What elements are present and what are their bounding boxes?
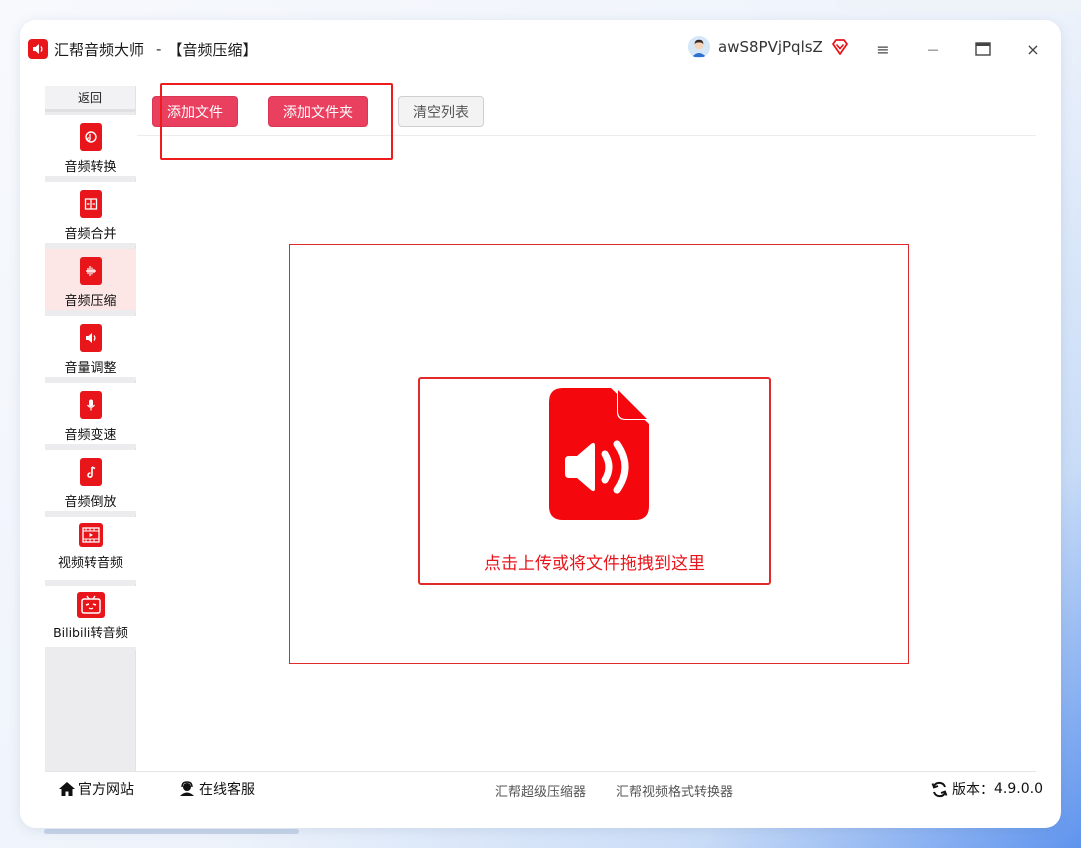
sidebar-item-audio-convert[interactable]: 音频转换: [45, 115, 136, 179]
close-icon: ×: [1026, 39, 1040, 59]
minimize-icon: —: [927, 42, 939, 56]
user-account[interactable]: awS8PVjPqlsZ: [688, 36, 849, 58]
online-service-label: 在线客服: [199, 782, 255, 798]
online-service-link[interactable]: 在线客服: [178, 779, 255, 799]
customer-service-icon: [180, 781, 194, 796]
audio-merge-icon: [79, 190, 102, 218]
app-logo-icon: [28, 39, 48, 59]
official-site-label: 官方网站: [78, 782, 134, 798]
minimize-button[interactable]: —: [920, 36, 946, 62]
sidebar-item-label: 音频合并: [64, 227, 117, 242]
sidebar-item-audio-reverse[interactable]: 音频倒放: [45, 450, 136, 514]
maximize-button[interactable]: [970, 36, 996, 62]
sidebar-item-video-to-audio[interactable]: 视频转音频: [45, 517, 136, 583]
version-label: 版本：: [952, 782, 994, 798]
upload-dropzone[interactable]: 点击上传或将文件拖拽到这里: [418, 377, 771, 585]
maximize-icon: [975, 42, 991, 56]
clear-list-button[interactable]: 清空列表: [398, 96, 484, 127]
menu-button[interactable]: ≡: [870, 36, 896, 62]
audio-compress-icon: [79, 257, 102, 285]
toolbar-divider: [137, 135, 1036, 136]
background-panel-bottom: [44, 829, 299, 834]
super-compressor-link[interactable]: 汇帮超级压缩器: [495, 781, 586, 800]
audio-file-icon: [549, 388, 649, 520]
volume-adjust-icon: [79, 324, 102, 352]
title-bar: 汇帮音频大师 - 【音频压缩】 awS8PVjPqlsZ ≡ — ×: [28, 32, 1040, 66]
back-button[interactable]: 返回: [45, 86, 135, 112]
vip-diamond-icon[interactable]: [831, 38, 849, 56]
avatar-icon: [688, 36, 710, 58]
video-to-audio-icon: [78, 523, 103, 547]
close-button[interactable]: ×: [1020, 36, 1046, 62]
sidebar-item-label: 音频压缩: [64, 294, 117, 309]
sidebar-item-bilibili[interactable]: Bilibili转音频: [45, 586, 136, 650]
module-title: 【音频压缩】: [167, 40, 258, 59]
home-icon: [59, 782, 75, 796]
official-site-link[interactable]: 官方网站: [58, 779, 134, 799]
audio-convert-icon: [79, 123, 102, 151]
sidebar-item-label: Bilibili转音频: [53, 625, 128, 640]
audio-reverse-icon: [79, 458, 102, 486]
version-info[interactable]: 版本： 4.9.0.0: [931, 779, 1043, 799]
sidebar-item-label: 音频倒放: [64, 495, 117, 510]
sidebar-item-volume-adjust[interactable]: 音量调整: [45, 316, 136, 380]
video-converter-link[interactable]: 汇帮视频格式转换器: [616, 781, 733, 800]
refresh-icon: [931, 781, 948, 797]
title-separator: -: [156, 40, 162, 58]
background-panel-top: [835, 0, 1081, 12]
app-name: 汇帮音频大师: [54, 40, 145, 59]
sidebar: 返回 音频转换 音频合并 音频压缩 音量调整 音频变速 音频倒放 视频转音频 B…: [45, 86, 136, 771]
sidebar-item-audio-compress[interactable]: 音频压缩: [45, 249, 136, 313]
add-folder-button[interactable]: 添加文件夹: [268, 96, 368, 127]
menu-icon: ≡: [876, 39, 890, 59]
add-file-button[interactable]: 添加文件: [152, 96, 238, 127]
sidebar-item-audio-merge[interactable]: 音频合并: [45, 182, 136, 246]
upload-hint-text: 点击上传或将文件拖拽到这里: [484, 554, 705, 574]
username: awS8PVjPqlsZ: [718, 38, 823, 56]
sidebar-item-label: 音频转换: [64, 160, 117, 175]
version-value: 4.9.0.0: [994, 781, 1043, 797]
bilibili-icon: [76, 592, 105, 618]
footer-divider: [45, 771, 1036, 772]
sidebar-item-audio-speed[interactable]: 音频变速: [45, 383, 136, 447]
sidebar-item-label: 音频变速: [64, 428, 117, 443]
sidebar-item-label: 音量调整: [64, 361, 117, 376]
audio-speed-icon: [79, 391, 102, 419]
sidebar-item-label: 视频转音频: [57, 556, 123, 571]
